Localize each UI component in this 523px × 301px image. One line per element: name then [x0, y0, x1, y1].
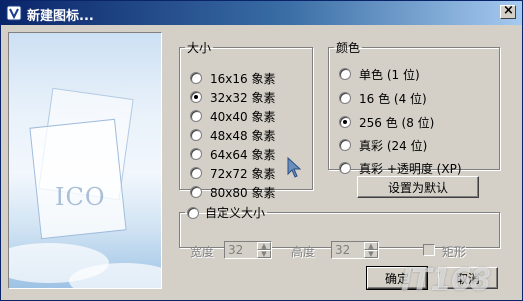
mouse-cursor-icon — [287, 157, 301, 178]
app-icon — [6, 5, 22, 21]
height-value: 32 — [335, 243, 351, 257]
size-option-64[interactable]: 64x64 象素 — [190, 146, 275, 162]
size-option-label: 72x72 象素 — [210, 166, 276, 181]
size-group-legend: 大小 — [187, 41, 212, 55]
radio-button[interactable] — [339, 116, 351, 128]
custom-size-label: 自定义大小 — [205, 206, 266, 220]
color-group: 颜色 单色 (1 位) 16 色 (4 位) 256 色 (8 位) 真彩 (2… — [328, 39, 500, 176]
color-option-mono[interactable]: 单色 (1 位) — [339, 66, 420, 82]
color-option-label: 16 色 (4 位) — [359, 91, 427, 106]
spin-down-icon[interactable]: ▼ — [257, 250, 271, 258]
color-option-label: 真彩 +透明度 (XP) — [359, 161, 462, 176]
width-spinner[interactable]: 32 ▲ ▼ — [224, 241, 272, 259]
size-option-80[interactable]: 80x80 象素 — [190, 184, 275, 200]
radio-button[interactable] — [190, 91, 202, 103]
page-sheet-front — [29, 118, 127, 240]
custom-size-radio[interactable] — [187, 206, 199, 219]
radio-button[interactable] — [339, 139, 351, 151]
size-option-48[interactable]: 48x48 象素 — [190, 127, 275, 143]
color-option-256[interactable]: 256 色 (8 位) — [339, 114, 434, 130]
size-option-72[interactable]: 72x72 象素 — [190, 165, 275, 181]
color-option-truecolor[interactable]: 真彩 (24 位) — [339, 137, 427, 153]
set-default-button[interactable]: 设置为默认 — [357, 176, 479, 198]
radio-button[interactable] — [339, 162, 351, 174]
spin-down-icon[interactable]: ▼ — [364, 250, 378, 258]
radio-button[interactable] — [190, 148, 202, 160]
height-label: 高度 — [291, 245, 316, 259]
radio-button[interactable] — [190, 110, 202, 122]
size-option-label: 32x32 象素 — [210, 90, 276, 105]
custom-size-legend[interactable]: 自定义大小 — [185, 204, 267, 221]
size-option-label: 40x40 象素 — [210, 109, 276, 124]
color-group-legend: 颜色 — [336, 41, 361, 55]
size-option-label: 64x64 象素 — [210, 147, 276, 162]
custom-size-group: 自定义大小 宽度 32 ▲ ▼ 高度 32 ▲ ▼ 矩形 — [179, 204, 500, 259]
color-option-label: 256 色 (8 位) — [359, 115, 435, 130]
close-icon: × — [503, 3, 514, 18]
title-bar[interactable]: 新建图标... × — [1, 1, 522, 25]
size-option-label: 48x48 象素 — [210, 128, 276, 143]
color-option-label: 单色 (1 位) — [359, 67, 420, 82]
size-option-label: 80x80 象素 — [210, 185, 276, 200]
icon-preview-image: ICO — [8, 32, 162, 289]
radio-button[interactable] — [190, 186, 202, 198]
radio-button[interactable] — [190, 72, 202, 84]
radio-button[interactable] — [339, 68, 351, 80]
size-option-32[interactable]: 32x32 象素 — [190, 89, 275, 105]
radio-button[interactable] — [190, 129, 202, 141]
width-value: 32 — [228, 243, 244, 257]
color-option-label: 真彩 (24 位) — [359, 138, 428, 153]
rect-label: 矩形 — [442, 245, 467, 259]
radio-button[interactable] — [339, 92, 351, 104]
spin-up-icon[interactable]: ▲ — [364, 242, 378, 250]
spin-up-icon[interactable]: ▲ — [257, 242, 271, 250]
width-label: 宽度 — [190, 245, 215, 259]
close-button[interactable]: × — [500, 3, 516, 19]
size-option-16[interactable]: 16x16 象素 — [190, 70, 275, 86]
watermark: IT168 — [401, 263, 491, 298]
height-spinner[interactable]: 32 ▲ ▼ — [331, 241, 379, 259]
color-option-16[interactable]: 16 色 (4 位) — [339, 90, 427, 106]
size-option-label: 16x16 象素 — [210, 71, 276, 86]
size-option-40[interactable]: 40x40 象素 — [190, 108, 275, 124]
new-icon-dialog: 新建图标... × ICO 大小 16x16 象素 32x32 象素 40x40… — [0, 0, 523, 301]
radio-button[interactable] — [190, 167, 202, 179]
ico-text: ICO — [55, 183, 106, 211]
window-title: 新建图标... — [27, 9, 94, 24]
rect-checkbox[interactable] — [423, 244, 435, 256]
color-option-truecolor-alpha[interactable]: 真彩 +透明度 (XP) — [339, 160, 462, 176]
